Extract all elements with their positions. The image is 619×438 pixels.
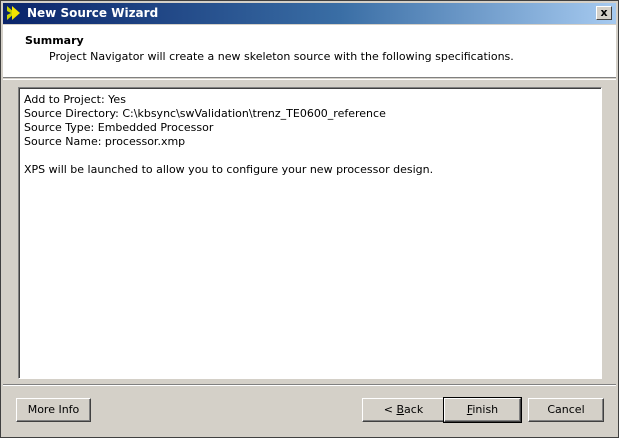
back-label-prefix: <	[383, 403, 397, 416]
ise-logo-icon	[6, 5, 24, 21]
summary-line-source-directory: Source Directory: C:\kbsync\swValidation…	[24, 107, 386, 120]
back-label-rest: ack	[404, 403, 424, 416]
summary-line-source-name: Source Name: processor.xmp	[24, 135, 186, 148]
back-label-mnemonic: B	[396, 403, 405, 416]
summary-note: XPS will be launched to allow you to con…	[24, 163, 434, 176]
cancel-label: Cancel	[547, 403, 585, 416]
footer-divider	[3, 384, 616, 386]
back-button[interactable]: < Back	[362, 398, 445, 422]
header-divider	[3, 79, 616, 80]
summary-text-area[interactable]: Add to Project: Yes Source Directory: C:…	[18, 87, 602, 379]
more-info-button[interactable]: More Info	[16, 398, 91, 422]
close-button[interactable]: x	[596, 6, 612, 20]
summary-line-source-type: Source Type: Embedded Processor	[24, 121, 214, 134]
close-icon: x	[600, 6, 608, 19]
cancel-button[interactable]: Cancel	[528, 398, 604, 422]
summary-spacer	[24, 149, 596, 163]
page-title: Summary	[25, 34, 84, 47]
summary-line-add-to-project: Add to Project: Yes	[24, 93, 126, 106]
wizard-header: Summary Project Navigator will create a …	[3, 25, 616, 78]
more-info-label: More Info	[27, 403, 80, 416]
finish-button[interactable]: Finish	[443, 397, 522, 423]
finish-label-rest: inish	[472, 403, 499, 416]
window-title: New Source Wizard	[27, 6, 159, 20]
title-bar[interactable]: New Source Wizard x	[3, 3, 616, 24]
wizard-window: New Source Wizard x Summary Project Navi…	[0, 0, 619, 438]
page-description: Project Navigator will create a new skel…	[49, 50, 514, 63]
